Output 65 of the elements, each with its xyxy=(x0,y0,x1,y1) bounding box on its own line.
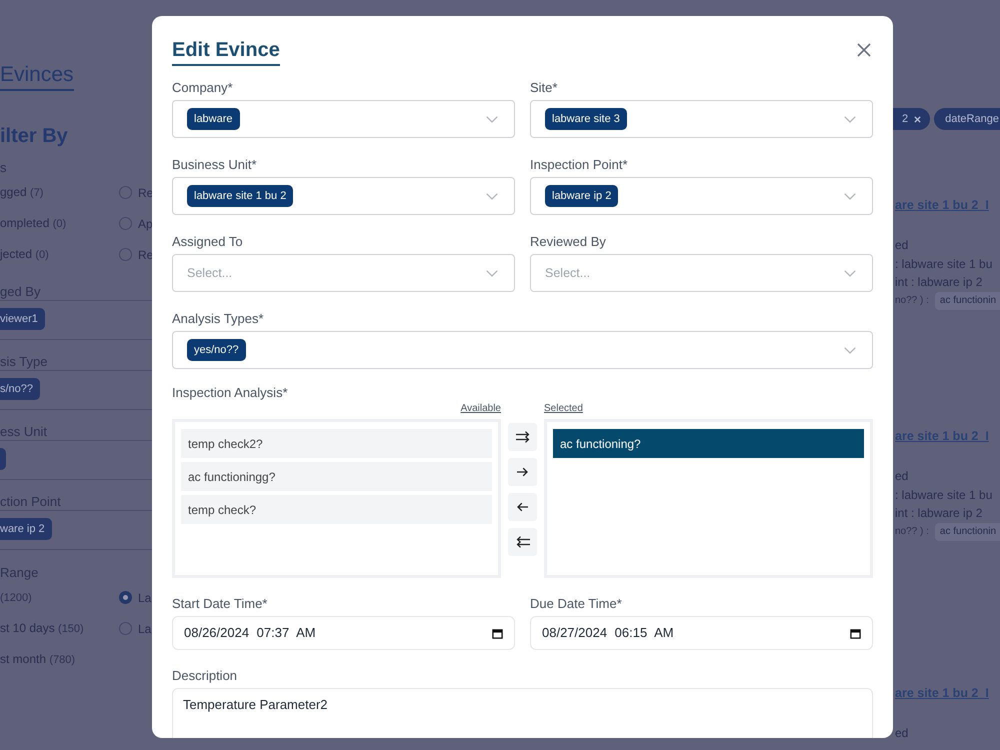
field-label: Site* xyxy=(530,79,558,97)
arrow-right-icon xyxy=(517,467,528,477)
value-tag: labware site 1 bu 2 xyxy=(187,185,294,207)
analysis-tag: ac functionin xyxy=(934,292,1000,310)
field-label: Start Date Time* xyxy=(172,595,268,613)
field-label: Inspection Point* xyxy=(530,156,629,174)
chevron-down-icon xyxy=(486,270,498,276)
field-label: Analysis Types* xyxy=(172,310,265,328)
radio-button[interactable] xyxy=(119,248,132,261)
calendar-icon[interactable] xyxy=(492,628,503,638)
double-arrow-left-icon xyxy=(516,536,530,548)
date-time-field[interactable]: 08/26/2024 07:37 AM xyxy=(172,616,515,650)
field-label: Description xyxy=(172,667,238,685)
page-title: Evinces xyxy=(0,61,74,91)
move-right-button[interactable] xyxy=(508,458,537,486)
analysis-tag: ac functionin xyxy=(934,522,1000,541)
select-field[interactable]: labware ip 2 xyxy=(530,177,873,215)
move-left-button[interactable] xyxy=(508,493,537,521)
modal-title: Edit Evince xyxy=(172,36,280,66)
radio-button[interactable] xyxy=(119,186,132,199)
list-option[interactable]: ac functioning? xyxy=(553,429,864,458)
value-tag: labware site 3 xyxy=(545,108,627,130)
filter-tag: viewer1 xyxy=(0,308,45,330)
value-tag: yes/no?? xyxy=(187,339,246,361)
field-label: Business Unit* xyxy=(172,156,258,174)
select-field[interactable]: labware site 1 bu 2 xyxy=(172,177,515,215)
value-tag: labware ip 2 xyxy=(545,185,618,207)
select-field[interactable]: yes/no?? xyxy=(172,331,873,369)
close-icon[interactable] xyxy=(914,116,922,122)
list-heading: Selected xyxy=(544,402,583,416)
list-option[interactable]: ac functioningg? xyxy=(181,462,492,491)
select-field[interactable]: labware xyxy=(172,100,515,138)
chevron-down-icon xyxy=(844,192,856,200)
radio-button[interactable] xyxy=(119,622,132,635)
move-all-right-button[interactable] xyxy=(508,423,537,451)
move-all-left-button[interactable] xyxy=(508,528,537,556)
field-label: Company* xyxy=(172,79,234,97)
radio-button[interactable] xyxy=(119,591,132,604)
filter-chip: dateRange xyxy=(934,108,1000,130)
field-label: Reviewed By xyxy=(530,233,607,251)
filter-tag: ware ip 2 xyxy=(0,518,52,540)
list-heading: Available xyxy=(460,402,501,416)
list-option[interactable]: temp check2? xyxy=(181,429,492,458)
value-tag: labware xyxy=(187,108,240,130)
double-arrow-right-icon xyxy=(516,431,530,443)
close-icon xyxy=(857,43,871,57)
close-button[interactable] xyxy=(857,43,871,57)
arrow-left-icon xyxy=(517,502,528,512)
filter-title: ilter By xyxy=(0,124,68,149)
date-time-field[interactable]: 08/27/2024 06:15 AM xyxy=(530,616,873,650)
description-field[interactable]: Temperature Parameter2 xyxy=(172,688,873,738)
chevron-down-icon xyxy=(844,346,856,354)
chevron-down-icon xyxy=(486,192,498,200)
field-label: Assigned To xyxy=(172,233,244,251)
list-option[interactable]: temp check? xyxy=(181,495,492,524)
chip-label: 2 xyxy=(902,112,908,127)
select-field[interactable]: labware site 3 xyxy=(530,100,873,138)
chevron-down-icon xyxy=(844,116,856,122)
calendar-icon[interactable] xyxy=(850,628,861,638)
field-label: Inspection Analysis* xyxy=(172,384,288,402)
filter-tag: s/no?? xyxy=(0,378,40,400)
chevron-down-icon xyxy=(486,116,498,122)
radio-button[interactable] xyxy=(119,217,132,230)
chevron-down-icon xyxy=(844,270,856,276)
field-label: Due Date Time* xyxy=(530,595,623,613)
